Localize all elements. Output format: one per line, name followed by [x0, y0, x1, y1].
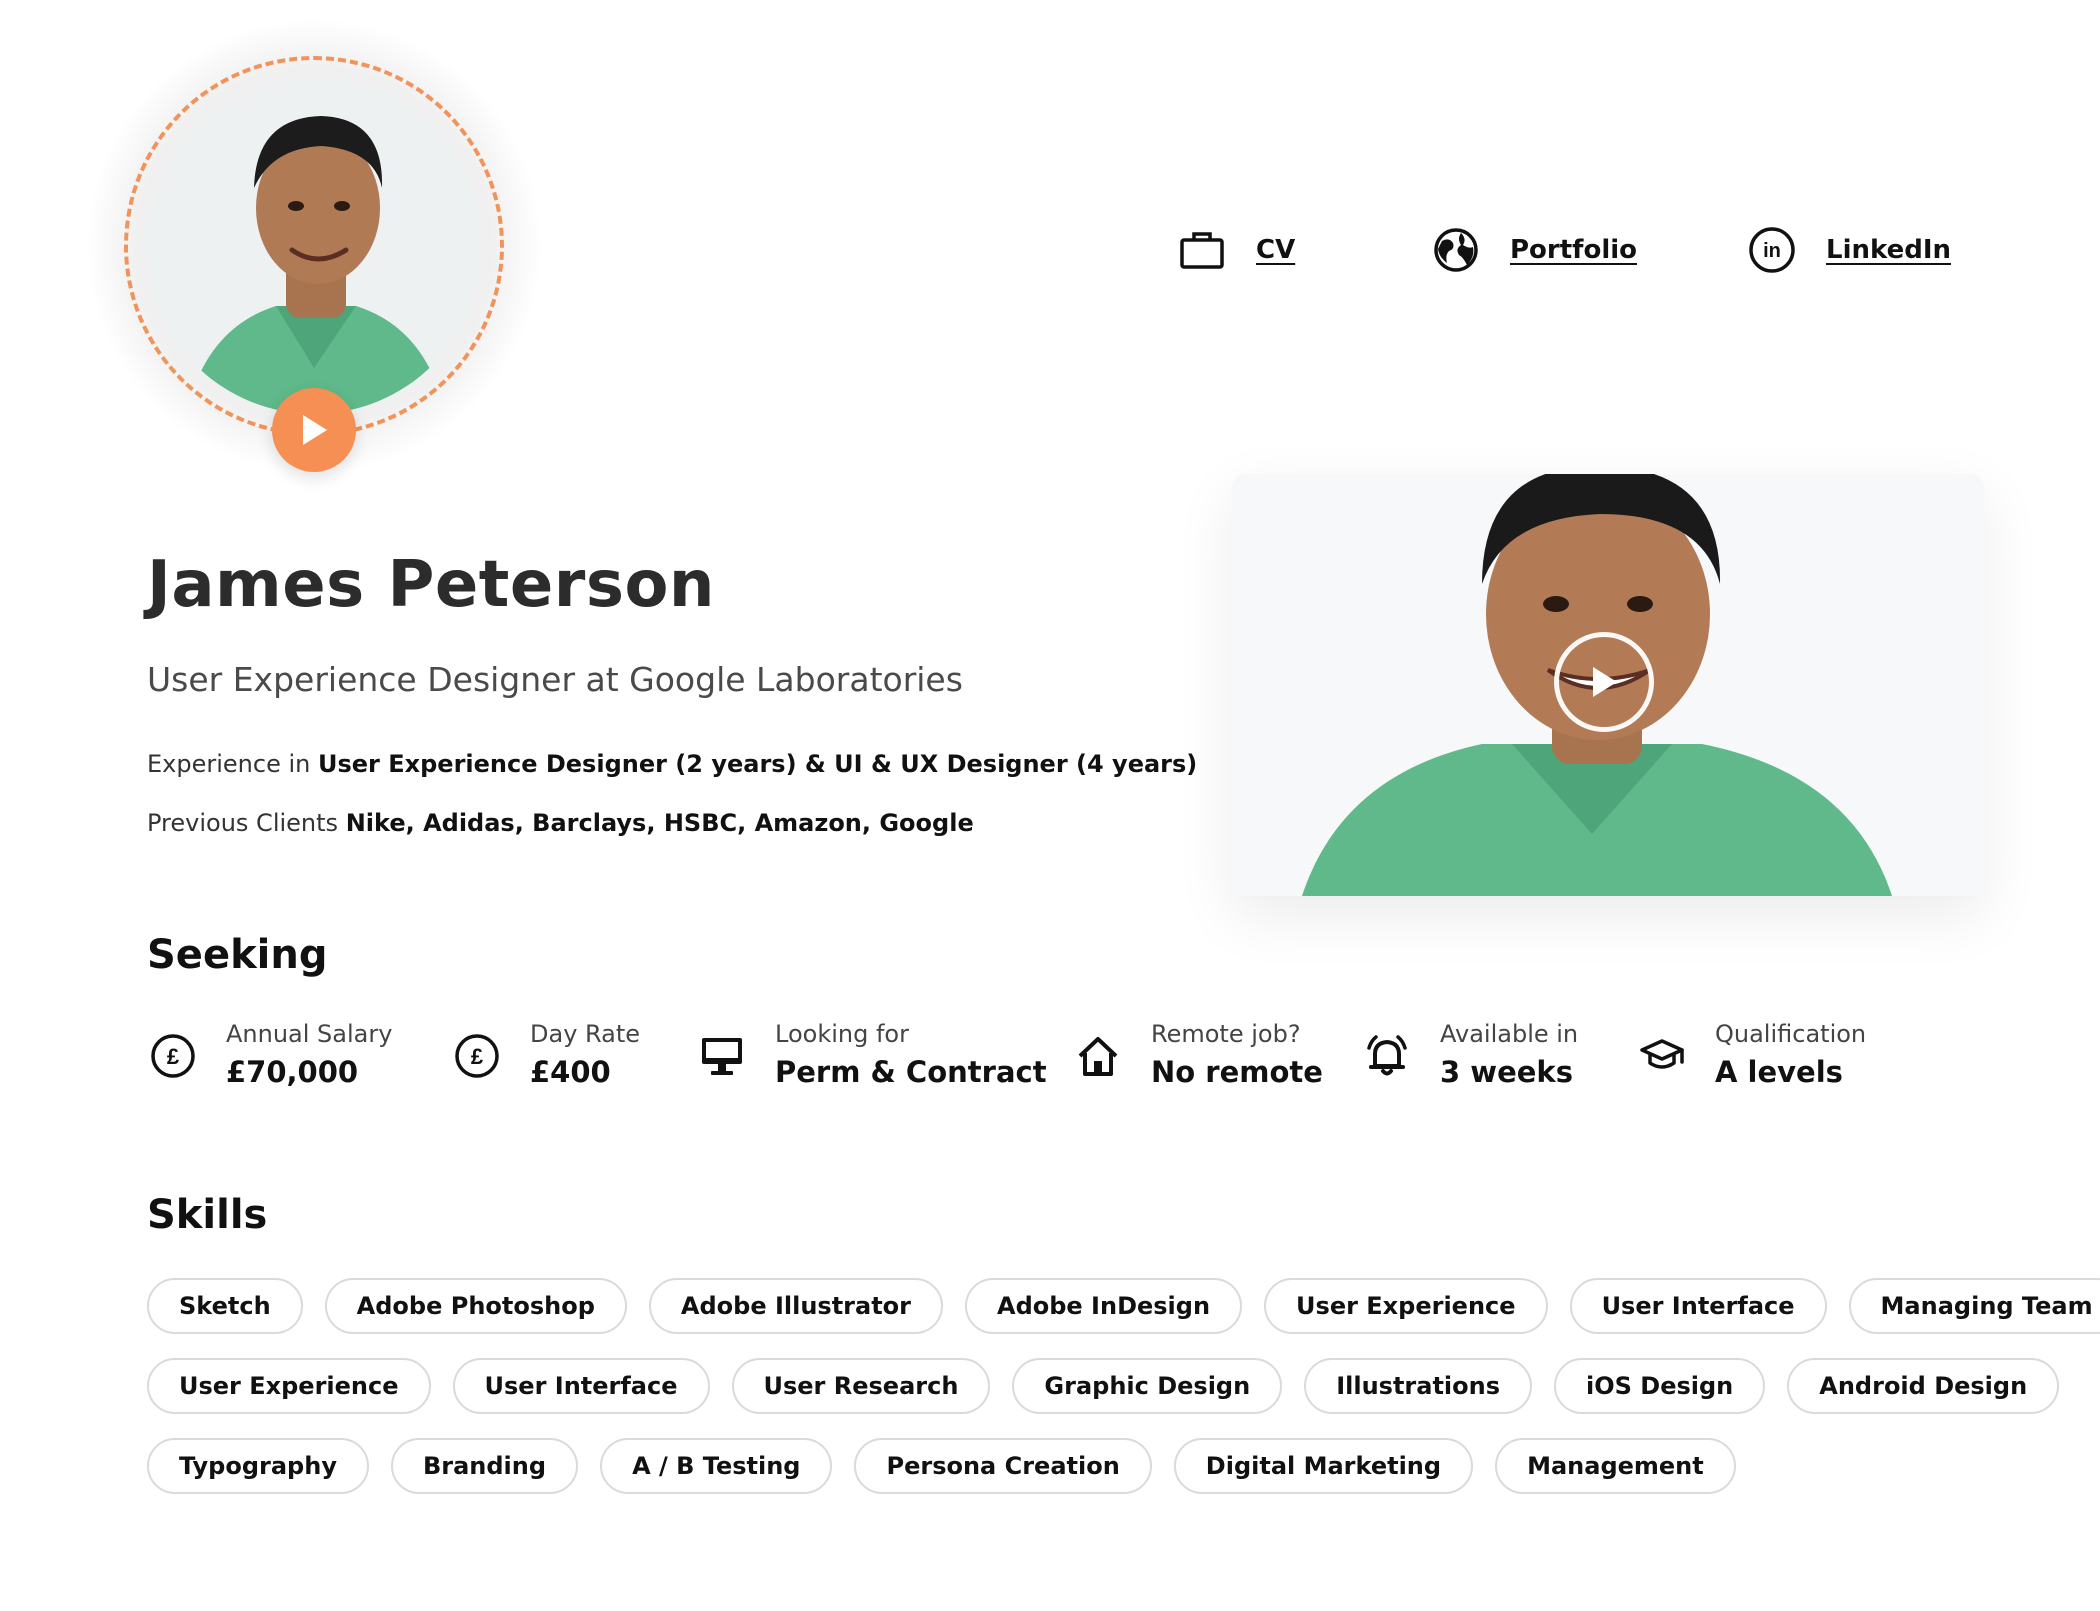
video-play-button[interactable]: [1554, 632, 1654, 732]
graduation-cap-icon: [1636, 1030, 1688, 1082]
seeking-label: Day Rate: [530, 1020, 641, 1048]
skill-tag[interactable]: Illustrations: [1304, 1358, 1533, 1414]
skills-row: Typography Branding A / B Testing Person…: [147, 1438, 1736, 1494]
skill-tag[interactable]: Adobe InDesign: [965, 1278, 1243, 1334]
seeking-value: Perm & Contract: [775, 1055, 1047, 1089]
seeking-day-rate: £ Day Rate £400: [451, 1018, 640, 1094]
cv-link[interactable]: CV: [1178, 226, 1295, 274]
seeking-qualification: Qualification A levels: [1636, 1018, 1866, 1094]
intro-video-card[interactable]: [1232, 474, 1984, 896]
play-icon: [1593, 667, 1617, 697]
skill-tag[interactable]: User Interface: [452, 1358, 710, 1414]
clients-value: Nike, Adidas, Barclays, HSBC, Amazon, Go…: [345, 809, 974, 837]
cv-link-label[interactable]: CV: [1256, 235, 1295, 265]
profile-name: James Peterson: [147, 548, 715, 622]
skill-tag[interactable]: iOS Design: [1554, 1358, 1766, 1414]
skill-tag[interactable]: User Experience: [1264, 1278, 1548, 1334]
seeking-looking-for: Looking for Perm & Contract: [696, 1018, 1047, 1094]
skill-tag[interactable]: Branding: [390, 1438, 579, 1494]
skills-row: User Experience User Interface User Rese…: [147, 1358, 2060, 1414]
svg-text:in: in: [1763, 240, 1781, 262]
profile-job-title: User Experience Designer at Google Labor…: [147, 660, 963, 699]
seeking-annual-salary: £ Annual Salary £70,000: [147, 1018, 392, 1094]
skill-tag[interactable]: Sketch: [147, 1278, 303, 1334]
clients-label: Previous Clients: [147, 809, 339, 837]
play-icon: [303, 415, 327, 445]
seeking-remote-job: Remote job? No remote: [1072, 1018, 1323, 1094]
avatar-play-button[interactable]: [272, 388, 356, 472]
portfolio-link[interactable]: Portfolio: [1432, 226, 1637, 274]
seeking-value: £70,000: [226, 1055, 359, 1089]
seeking-label: Available in: [1440, 1020, 1579, 1048]
pound-icon: £: [451, 1030, 503, 1082]
experience-value: User Experience Designer (2 years) & UI …: [318, 750, 1198, 778]
profile-avatar: [84, 16, 544, 476]
seeking-heading: Seeking: [147, 932, 328, 978]
seeking-value: No remote: [1151, 1055, 1323, 1089]
skill-tag[interactable]: Typography: [147, 1438, 369, 1494]
seeking-label: Remote job?: [1151, 1020, 1301, 1048]
skill-tag[interactable]: Android Design: [1787, 1358, 2060, 1414]
skill-tag[interactable]: User Experience: [147, 1358, 431, 1414]
pound-icon: £: [147, 1030, 199, 1082]
linkedin-link-label[interactable]: LinkedIn: [1826, 235, 1951, 265]
skill-tag[interactable]: Graphic Design: [1012, 1358, 1283, 1414]
skill-tag[interactable]: Persona Creation: [854, 1438, 1152, 1494]
home-icon: [1072, 1030, 1124, 1082]
seeking-value: A levels: [1715, 1055, 1843, 1089]
seeking-value: £400: [530, 1055, 611, 1089]
portfolio-link-label[interactable]: Portfolio: [1510, 235, 1637, 265]
skills-row: Sketch Adobe Photoshop Adobe Illustrator…: [147, 1278, 2100, 1334]
skill-tag[interactable]: Adobe Photoshop: [324, 1278, 627, 1334]
seeking-available-in: Available in 3 weeks: [1361, 1018, 1578, 1094]
seeking-label: Annual Salary: [226, 1020, 393, 1048]
linkedin-icon: in: [1748, 226, 1796, 274]
experience-line: Experience in User Experience Designer (…: [147, 750, 1197, 778]
linkedin-link[interactable]: in LinkedIn: [1748, 226, 1951, 274]
clients-line: Previous Clients Nike, Adidas, Barclays,…: [147, 809, 974, 837]
monitor-icon: [696, 1030, 748, 1082]
skill-tag[interactable]: User Research: [731, 1358, 991, 1414]
svg-text:£: £: [167, 1044, 180, 1069]
globe-icon: [1432, 226, 1480, 274]
seeking-value: 3 weeks: [1440, 1055, 1573, 1089]
bell-icon: [1361, 1030, 1413, 1082]
seeking-label: Qualification: [1715, 1020, 1867, 1048]
skill-tag[interactable]: Managing Team: [1848, 1278, 2100, 1334]
skill-tag[interactable]: Digital Marketing: [1173, 1438, 1474, 1494]
skill-tag[interactable]: User Interface: [1569, 1278, 1827, 1334]
svg-text:£: £: [471, 1044, 484, 1069]
skill-tag[interactable]: Management: [1495, 1438, 1736, 1494]
experience-label: Experience in: [147, 750, 311, 778]
skills-heading: Skills: [147, 1192, 268, 1238]
briefcase-icon: [1178, 226, 1226, 274]
skill-tag[interactable]: Adobe Illustrator: [648, 1278, 943, 1334]
skill-tag[interactable]: A / B Testing: [600, 1438, 833, 1494]
seeking-label: Looking for: [775, 1020, 909, 1048]
avatar-dashed-ring: [124, 56, 504, 436]
